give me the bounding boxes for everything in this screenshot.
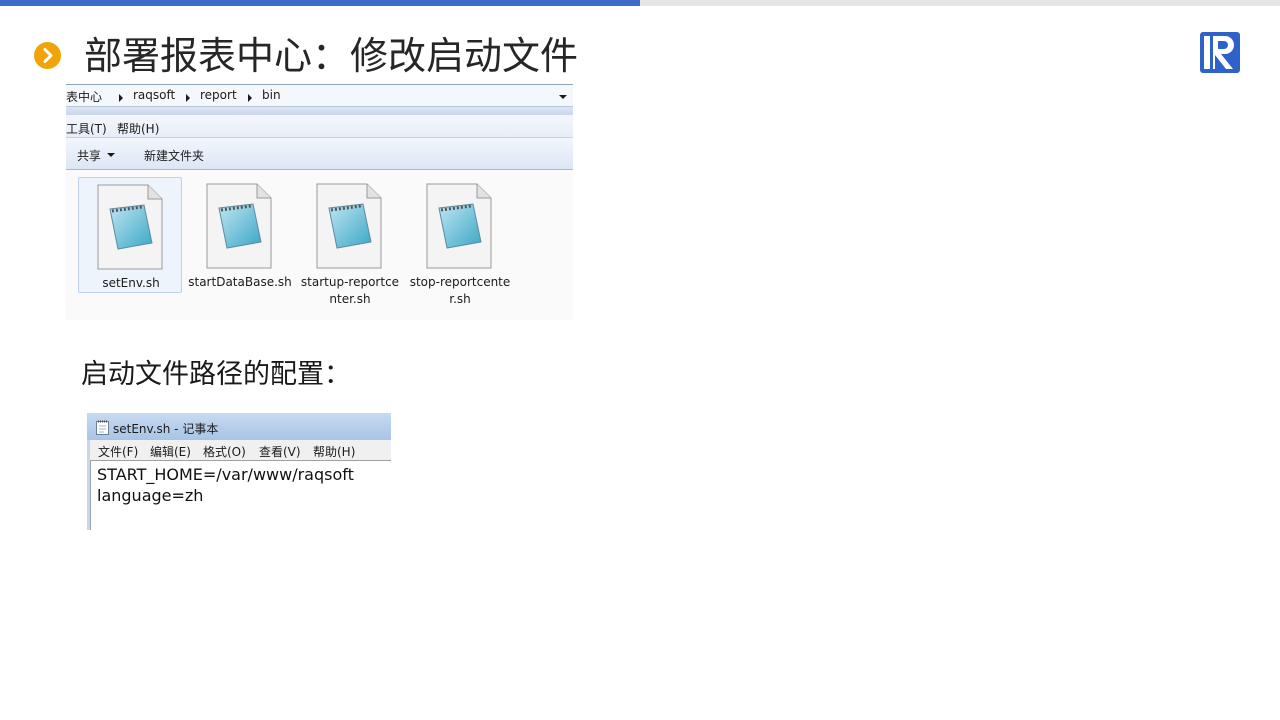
file-name: stop-reportcenter.sh (409, 275, 511, 306)
menu-item-file[interactable]: 文件(F) (98, 443, 138, 460)
notepad-title-bar: setEnv.sh - 记事本 (87, 413, 391, 440)
file-item-startup-reportcenter[interactable]: startup-reportcenter.sh (298, 177, 402, 306)
notepad-app-icon (96, 420, 109, 435)
menu-item-edit[interactable]: 编辑(E) (150, 443, 191, 460)
notepad-title: setEnv.sh - 记事本 (113, 422, 219, 436)
file-item-setenv[interactable]: setEnv.sh (78, 177, 182, 293)
text-line: language=zh (97, 486, 204, 505)
menu-item-format[interactable]: 格式(O) (203, 443, 246, 460)
top-bar-gray (640, 0, 1280, 6)
breadcrumb-item[interactable]: raqsoft (133, 88, 175, 102)
breadcrumb-item[interactable]: 表中心 (66, 88, 102, 105)
notepad-file-icon (316, 183, 382, 269)
section-subtitle: 启动文件路径的配置： (81, 359, 351, 390)
menu-item-help[interactable]: 帮助(H) (313, 443, 355, 460)
chevron-down-icon[interactable] (107, 153, 115, 157)
chevron-right-icon (34, 42, 61, 69)
notepad-file-icon (97, 184, 163, 270)
chevron-down-icon[interactable] (559, 95, 567, 99)
text-line: START_HOME=/var/www/raqsoft (97, 465, 354, 484)
notepad-file-icon (206, 183, 272, 269)
breadcrumb-separator-icon (248, 94, 252, 102)
notepad-menu-bar: 文件(F) 编辑(E) 格式(O) 查看(V) 帮助(H) (87, 440, 391, 461)
breadcrumb-separator-icon (119, 94, 123, 102)
breadcrumb-item[interactable]: report (200, 88, 237, 102)
new-folder-button[interactable]: 新建文件夹 (144, 147, 204, 164)
address-bar[interactable]: 表中心 raqsoft report bin (66, 84, 573, 107)
menu-bar: 工具(T) 帮助(H) (66, 115, 573, 138)
page-title: 部署报表中心：修改启动文件 (84, 34, 579, 78)
menu-item-tools[interactable]: 工具(T) (66, 120, 107, 137)
breadcrumb-separator-icon (186, 94, 190, 102)
raqsoft-logo-icon (1199, 31, 1241, 74)
file-item-stop-reportcenter[interactable]: stop-reportcenter.sh (408, 177, 512, 306)
file-name: startDataBase.sh (188, 275, 292, 289)
file-item-startdatabase[interactable]: startDataBase.sh (188, 177, 292, 293)
breadcrumb-item[interactable]: bin (262, 88, 281, 102)
notepad-window: setEnv.sh - 记事本 文件(F) 编辑(E) 格式(O) 查看(V) … (87, 413, 391, 530)
command-bar: 共享 新建文件夹 (66, 138, 573, 170)
top-accent-bar (0, 0, 640, 6)
menu-item-view[interactable]: 查看(V) (259, 443, 301, 460)
file-name: startup-reportcenter.sh (300, 275, 400, 306)
notepad-file-icon (426, 183, 492, 269)
share-button[interactable]: 共享 (77, 147, 101, 164)
explorer-screenshot: 表中心 raqsoft report bin 工具(T) 帮助(H) 共享 新建… (66, 84, 573, 320)
file-list: setEnv.sh startDataBase.sh startup-repor… (66, 170, 573, 320)
file-name: setEnv.sh (102, 276, 160, 290)
notepad-text-area[interactable]: START_HOME=/var/www/raqsoft language=zh (90, 461, 391, 530)
menu-item-help[interactable]: 帮助(H) (117, 120, 159, 137)
toolbar-separator (66, 107, 573, 115)
